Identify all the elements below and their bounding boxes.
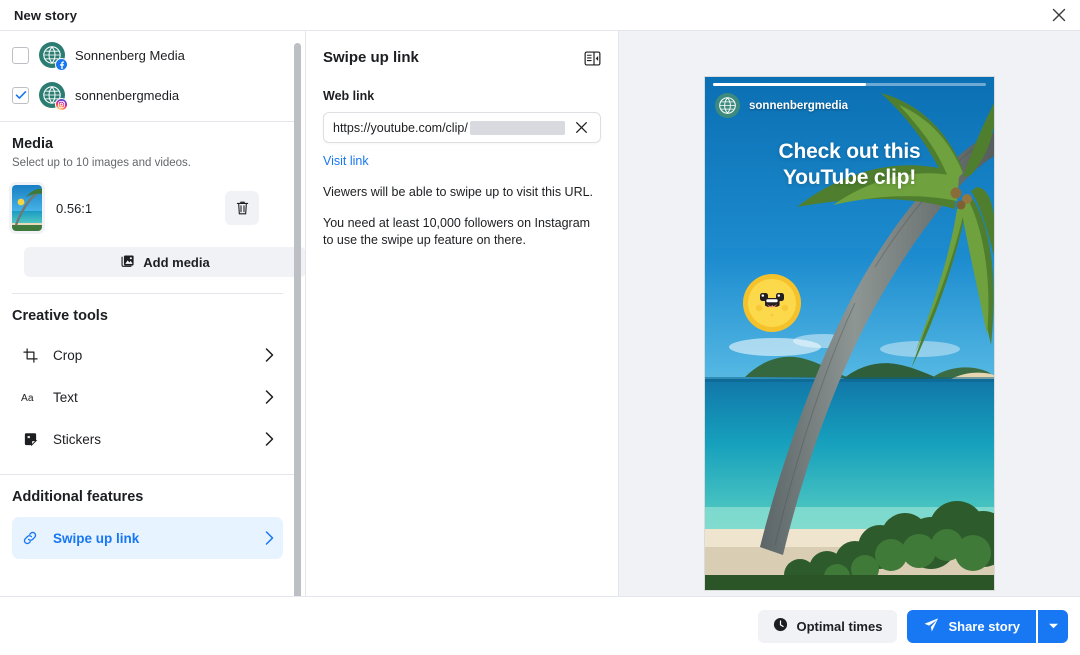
web-link-label: Web link	[323, 89, 375, 103]
sidebar-item-swipe-up-link[interactable]: Swipe up link	[12, 517, 283, 559]
sidebar-item-stickers[interactable]: Stickers	[12, 418, 283, 460]
media-section-subtitle: Select up to 10 images and videos.	[12, 157, 192, 169]
new-story-dialog: New story Sonnenberg Media sonnenbergmed…	[0, 0, 1080, 655]
help-text-followers: You need at least 10,000 followers on In…	[323, 216, 591, 247]
paper-plane-icon	[923, 617, 939, 636]
trash-icon[interactable]	[225, 191, 259, 225]
web-link-input[interactable]: https://youtube.com/clip/	[323, 112, 601, 143]
account-name: Sonnenberg Media	[75, 47, 185, 63]
clear-link-icon[interactable]	[573, 119, 590, 136]
page-title: New story	[14, 7, 78, 23]
story-username: sonnenbergmedia	[749, 99, 849, 112]
chevron-right-icon	[265, 390, 274, 404]
media-item-row: 0.56:1	[12, 185, 283, 231]
sidebar-item-label: Crop	[53, 347, 83, 363]
dialog-titlebar: New story	[0, 0, 1080, 31]
avatar	[39, 82, 68, 111]
visit-link[interactable]: Visit link	[323, 154, 369, 168]
chevron-right-icon	[265, 432, 274, 446]
share-story-group: Share story	[907, 609, 1068, 643]
story-progress-fill	[713, 83, 866, 86]
story-preview-pane: sonnenbergmedia Check out this YouTube c…	[619, 31, 1080, 596]
close-icon[interactable]	[1048, 4, 1070, 26]
instagram-badge-icon	[55, 98, 68, 111]
sidebar-item-crop[interactable]: Crop	[12, 334, 283, 376]
media-section: Media Select up to 10 images and videos.	[0, 122, 305, 294]
text-aa-icon: Aa	[21, 391, 39, 404]
dialog-footer: Optimal times Share story	[0, 596, 1080, 655]
panel-layout-icon[interactable]	[584, 49, 601, 67]
account-checkbox-instagram[interactable]	[12, 86, 29, 104]
account-name: sonnenbergmedia	[75, 87, 180, 103]
story-caption: Check out this YouTube clip!	[705, 139, 994, 191]
facebook-badge-icon	[55, 58, 68, 71]
add-media-button[interactable]: Add media	[24, 247, 305, 277]
creative-tools-section: Creative tools	[0, 294, 295, 324]
sidebar-item-text[interactable]: Aa Text	[12, 376, 283, 418]
account-checkbox-facebook[interactable]	[12, 46, 29, 64]
crop-icon	[21, 347, 39, 363]
web-link-value: https://youtube.com/clip/	[333, 120, 468, 135]
add-media-label: Add media	[143, 254, 210, 270]
share-story-label: Share story	[948, 618, 1020, 634]
link-icon	[21, 530, 39, 546]
sidebar-scrollbar-thumb[interactable]	[294, 43, 301, 596]
story-caption-line-2: YouTube clip!	[782, 166, 917, 189]
avatar	[39, 42, 68, 71]
account-row-instagram[interactable]: sonnenbergmedia	[0, 75, 295, 115]
optimal-times-label: Optimal times	[796, 618, 883, 634]
clock-icon	[773, 617, 788, 635]
sidebar-scroll-area: Sonnenberg Media sonnenbergmedia Media S…	[0, 31, 305, 596]
avatar	[715, 93, 740, 118]
media-section-title: Media	[12, 136, 54, 152]
sidebar: Sonnenberg Media sonnenbergmedia Media S…	[0, 31, 306, 596]
panel-title: Swipe up link	[323, 49, 419, 66]
creative-tools-list: Crop Aa Text Stickers	[0, 334, 295, 460]
additional-features-section: Additional features	[0, 475, 295, 505]
chevron-right-icon	[265, 531, 274, 545]
sidebar-item-label: Swipe up link	[53, 530, 140, 546]
image-icon	[120, 253, 135, 271]
media-thumbnail[interactable]	[12, 185, 42, 231]
additional-features-list: Swipe up link	[0, 517, 295, 559]
sticker-icon	[21, 432, 39, 447]
sidebar-scrollbar[interactable]	[294, 33, 303, 596]
additional-features-title: Additional features	[12, 489, 144, 505]
panel-header: Swipe up link	[323, 49, 601, 67]
account-list: Sonnenberg Media sonnenbergmedia	[0, 31, 295, 122]
share-story-button[interactable]: Share story	[907, 609, 1036, 643]
story-progress-bar	[713, 83, 986, 86]
help-text-swipe-up: Viewers will be able to swipe up to visi…	[323, 185, 594, 199]
account-row-facebook[interactable]: Sonnenberg Media	[0, 35, 295, 75]
web-link-redacted-segment	[469, 120, 565, 135]
story-preview: sonnenbergmedia Check out this YouTube c…	[704, 76, 995, 591]
story-caption-line-1: Check out this	[778, 140, 921, 163]
story-header: sonnenbergmedia	[715, 93, 848, 118]
chevron-right-icon	[265, 348, 274, 362]
smiling-sun-sticker	[741, 272, 803, 334]
chevron-down-icon	[1048, 617, 1059, 635]
optimal-times-button[interactable]: Optimal times	[758, 609, 898, 643]
share-story-dropdown-toggle[interactable]	[1038, 609, 1068, 643]
dialog-body: Sonnenberg Media sonnenbergmedia Media S…	[0, 31, 1080, 596]
svg-text:Aa: Aa	[21, 393, 34, 404]
swipe-up-link-panel: Swipe up link Web link https://youtube.c…	[306, 31, 619, 596]
sidebar-item-label: Stickers	[53, 431, 102, 447]
sidebar-item-label: Text	[53, 389, 78, 405]
creative-tools-title: Creative tools	[12, 308, 108, 324]
media-aspect-ratio: 0.56:1	[56, 200, 93, 216]
